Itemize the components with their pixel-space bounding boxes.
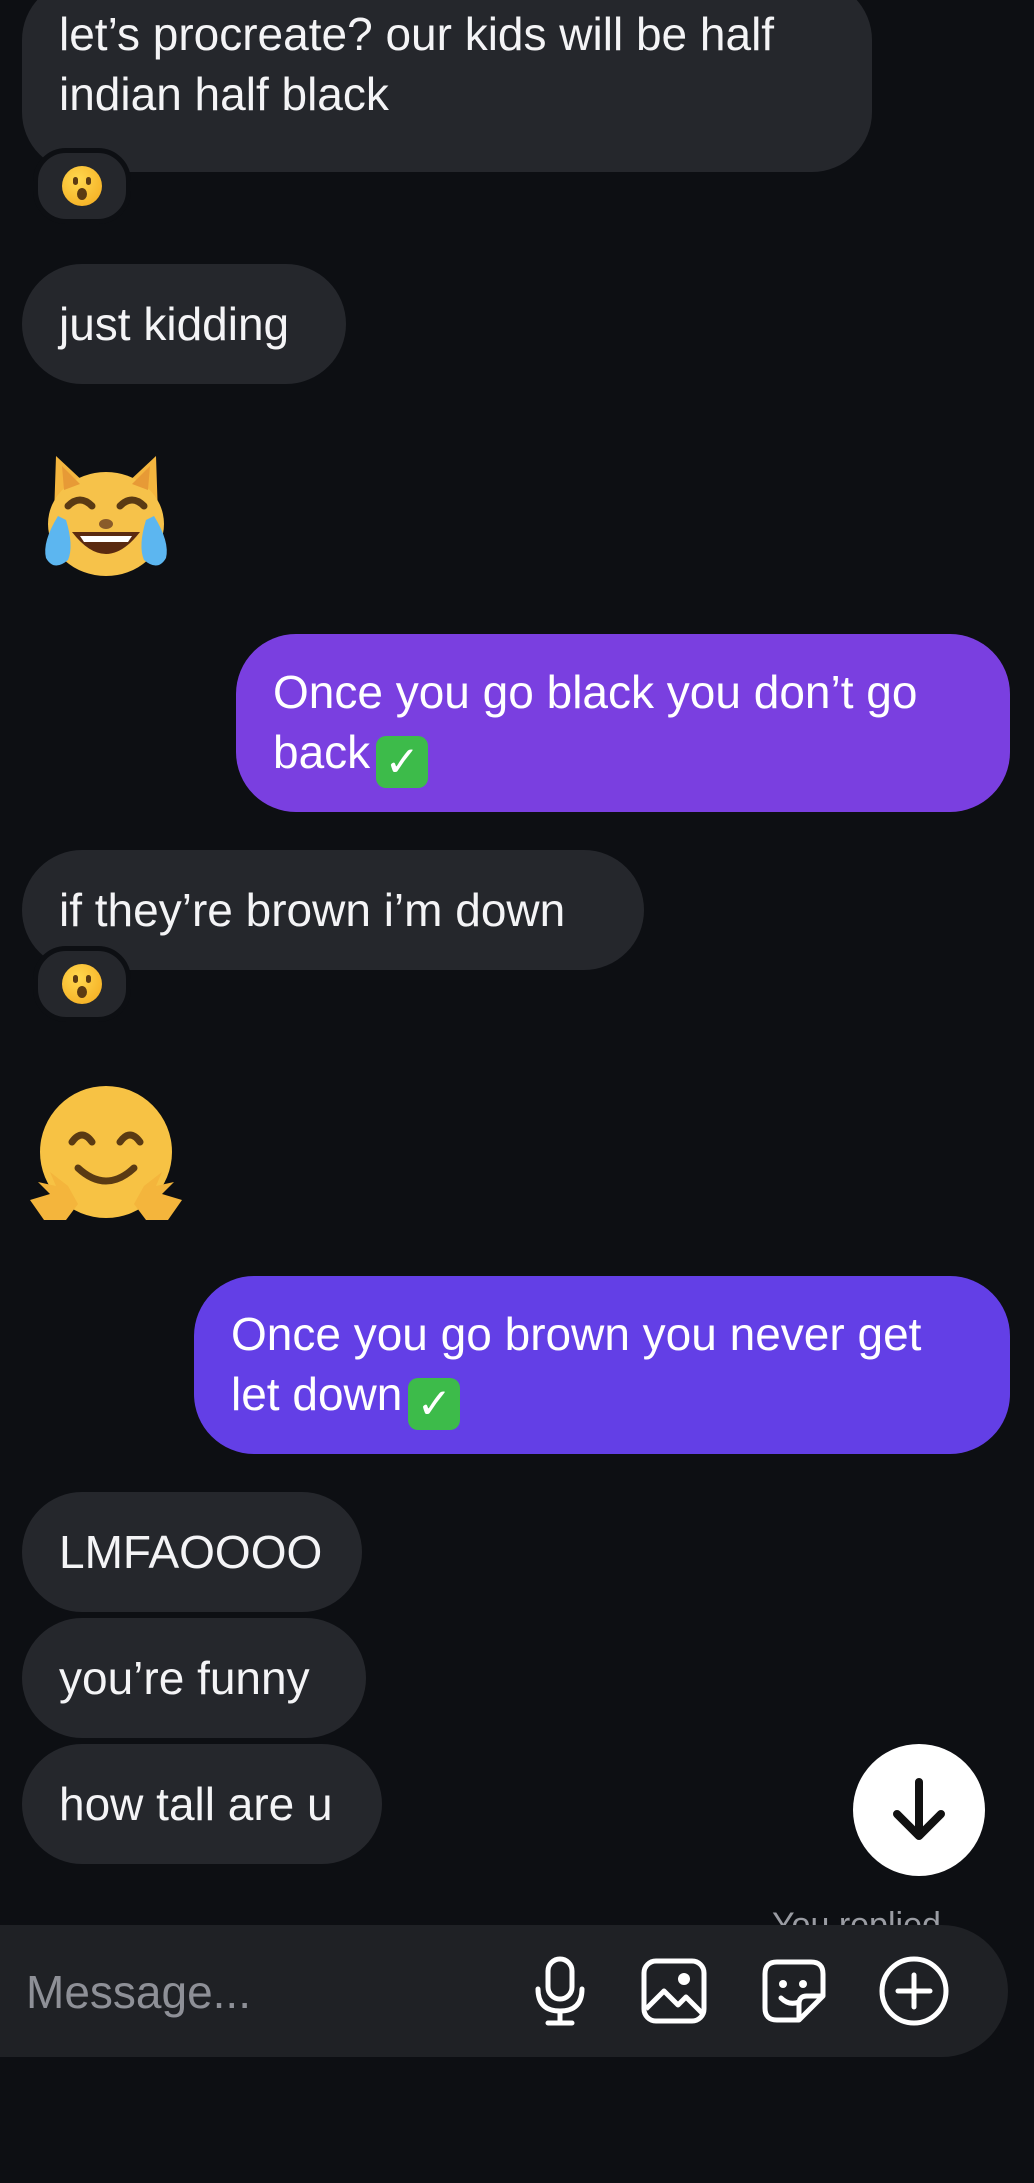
message-text: you’re funny	[59, 1652, 310, 1704]
message-text-line: Once you go black you don’t go	[273, 666, 918, 718]
message-composer	[0, 1925, 1008, 2057]
surprised-face-icon	[62, 166, 102, 206]
scroll-to-bottom-button[interactable]	[853, 1744, 985, 1876]
check-mark-button-icon: ✓	[408, 1378, 461, 1430]
plus-icon	[879, 1956, 949, 2026]
message-text: if they’re brown i’m down	[59, 884, 566, 936]
reaction-badge[interactable]	[33, 946, 131, 1022]
sticker-icon	[762, 1959, 826, 2023]
gallery-button[interactable]	[634, 1951, 714, 2031]
more-options-button[interactable]	[874, 1951, 954, 2031]
incoming-message[interactable]: LMFAOOOO	[22, 1492, 362, 1612]
message-text: just kidding	[59, 298, 290, 350]
replied-status: You replied	[772, 1906, 941, 1925]
message-input[interactable]	[24, 1955, 488, 2029]
incoming-message[interactable]: just kidding	[22, 264, 346, 384]
message-text: how tall are u	[59, 1778, 333, 1830]
message-thread[interactable]: let’s procreate? our kids will be half i…	[0, 0, 1034, 1925]
microphone-icon	[535, 1956, 585, 2026]
cat-tears-of-joy-icon	[45, 456, 167, 576]
outgoing-message[interactable]: Once you go brown you never get let down…	[194, 1276, 1010, 1454]
surprised-face-icon	[62, 964, 102, 1004]
arrow-down-icon	[893, 1778, 945, 1840]
check-mark-button-icon: ✓	[376, 736, 429, 788]
message-text: LMFAOOOO	[59, 1526, 323, 1578]
incoming-message[interactable]: let’s procreate? our kids will be half i…	[22, 0, 872, 172]
reaction-badge[interactable]	[33, 148, 131, 224]
sticker-button[interactable]	[754, 1951, 834, 2031]
incoming-message[interactable]: you’re funny	[22, 1618, 366, 1738]
message-text-line: let’s procreate? our kids will be half	[59, 8, 775, 60]
gallery-icon	[641, 1958, 707, 2024]
voice-message-button[interactable]	[520, 1951, 600, 2031]
message-text-line: Once you go brown you never get	[231, 1308, 922, 1360]
hugging-face-icon	[30, 1086, 182, 1220]
incoming-message[interactable]: how tall are u	[22, 1744, 382, 1864]
message-text-line: back	[273, 726, 371, 778]
outgoing-message[interactable]: Once you go black you don’t go back ✓	[236, 634, 1010, 812]
message-text-line: indian half black	[59, 68, 389, 120]
message-text-line: let down	[231, 1368, 403, 1420]
